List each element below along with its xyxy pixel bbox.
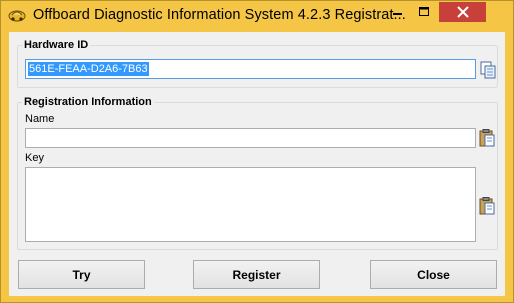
- paste-icon[interactable]: [478, 197, 496, 215]
- close-icon: [456, 6, 469, 18]
- register-button[interactable]: Register: [193, 260, 320, 289]
- try-button[interactable]: Try: [18, 260, 145, 289]
- name-label: Name: [25, 113, 55, 125]
- key-label: Key: [25, 152, 44, 164]
- hardware-id-value: 561E-FEAA-D2A6-7B63: [28, 62, 149, 76]
- name-field[interactable]: [25, 128, 476, 148]
- key-field[interactable]: [25, 167, 476, 242]
- registration-window: Offboard Diagnostic Information System 4…: [0, 0, 514, 303]
- registration-info-title: Registration Information: [22, 96, 154, 108]
- copy-icon[interactable]: [479, 61, 497, 79]
- window-title: Offboard Diagnostic Information System 4…: [33, 7, 406, 23]
- close-button[interactable]: Close: [370, 260, 497, 289]
- minimize-button[interactable]: [385, 2, 411, 22]
- maximize-icon: [418, 7, 429, 16]
- hardware-id-title: Hardware ID: [22, 39, 91, 51]
- car-icon: [8, 10, 26, 22]
- hardware-id-field[interactable]: 561E-FEAA-D2A6-7B63: [25, 59, 476, 79]
- minimize-icon: [393, 13, 402, 15]
- maximize-button[interactable]: [411, 2, 436, 22]
- title-bar[interactable]: Offboard Diagnostic Information System 4…: [1, 1, 513, 31]
- dialog-content: Hardware ID 561E-FEAA-D2A6-7B63 Registra…: [9, 32, 505, 296]
- window-close-button[interactable]: [439, 2, 486, 22]
- paste-icon[interactable]: [478, 129, 496, 147]
